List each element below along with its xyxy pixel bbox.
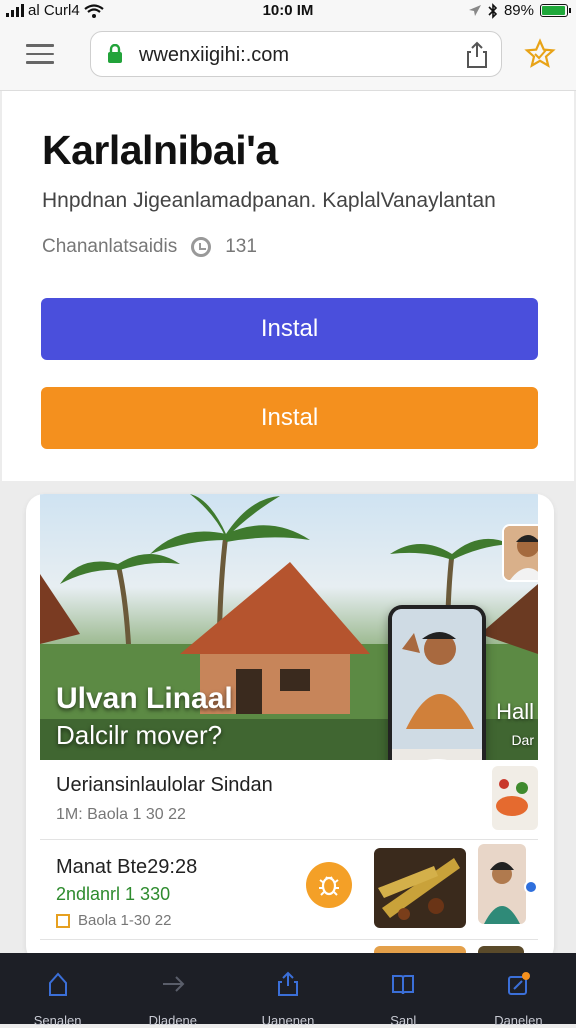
hero-side-text: Hall Dar bbox=[496, 698, 534, 754]
food-thumbnail[interactable] bbox=[492, 766, 538, 830]
app-subtitle: Hnpdnan Jigeanlamadpanan. KaplalVanaylan… bbox=[42, 189, 496, 212]
hero-subtitle: Dalcilr mover? bbox=[56, 720, 223, 750]
hero-title: Ulvan Linaal bbox=[56, 682, 233, 715]
nav-label: Senalen bbox=[33, 1013, 82, 1028]
nav-label: Dladene bbox=[148, 1013, 198, 1028]
bookmark-star-icon[interactable] bbox=[524, 38, 556, 70]
tag-icon bbox=[56, 913, 70, 928]
avatar[interactable] bbox=[502, 524, 538, 582]
hero-side-label-2: Dar bbox=[511, 732, 534, 748]
bug-icon bbox=[319, 876, 339, 896]
bug-action-button[interactable] bbox=[306, 862, 352, 908]
list-item-title: Ueriansinlaulolar Sindan bbox=[56, 774, 273, 796]
nav-item-home[interactable]: Senalen bbox=[0, 953, 115, 1028]
nav-label: Uanenen bbox=[261, 1013, 315, 1028]
battery-icon bbox=[540, 4, 571, 17]
nav-label: Danelen bbox=[494, 1013, 543, 1028]
menu-icon[interactable] bbox=[26, 44, 54, 66]
location-icon bbox=[468, 4, 481, 16]
install-button-secondary[interactable]: Instal bbox=[41, 387, 538, 449]
list-item-meta-row: Baola 1-30 22 bbox=[56, 912, 171, 929]
address-bar[interactable]: wwenxiigihi:.com bbox=[90, 31, 502, 77]
battery-percent: 89% bbox=[503, 2, 534, 19]
hero-side-label-1: Hall bbox=[496, 699, 534, 724]
share-icon bbox=[278, 971, 298, 996]
home-icon bbox=[48, 972, 67, 996]
app-meta: Chananlatsaidis 131 bbox=[42, 236, 257, 258]
notification-icon bbox=[508, 972, 531, 995]
list-item-meta: 1M: Baola 1 30 22 bbox=[56, 806, 186, 823]
list-item[interactable]: Manat Bte29:28 2ndlanrl 1 330 Baola 1-30… bbox=[40, 840, 538, 940]
list-item-meta: Baola 1-30 22 bbox=[78, 912, 172, 929]
clock-icon bbox=[191, 237, 212, 257]
browser-toolbar: wwenxiigihi:.com bbox=[0, 24, 576, 91]
avatar-thumbnail[interactable] bbox=[478, 844, 526, 924]
list-item-subtitle: 2ndlanrl 1 330 bbox=[56, 884, 171, 904]
book-icon bbox=[392, 975, 415, 995]
nav-item-notifications[interactable]: Danelen bbox=[461, 953, 576, 1028]
feed-card: Ulvan Linaal Dalcilr mover? Hall Dar Uer… bbox=[26, 494, 554, 964]
status-right: 89% bbox=[468, 2, 571, 19]
share-icon[interactable] bbox=[465, 41, 489, 69]
nav-item-share[interactable]: Uanenen bbox=[230, 953, 345, 1028]
app-meta-label: Chananlatsaidis bbox=[42, 236, 178, 257]
battery-fill bbox=[542, 6, 566, 15]
list-item-title: Manat Bte29:28 bbox=[56, 856, 198, 878]
list-item[interactable]: Ueriansinlaulolar Sindan 1M: Baola 1 30 … bbox=[40, 760, 538, 840]
url-text: wwenxiigihi:.com bbox=[139, 44, 290, 66]
phone-screen-image bbox=[392, 609, 482, 760]
bluetooth-icon bbox=[488, 2, 498, 19]
nav-item-book[interactable]: Sanl bbox=[346, 953, 461, 1028]
nav-label: Sanl bbox=[390, 1013, 417, 1028]
online-status-dot bbox=[524, 880, 538, 894]
app-title: Karlalnibai'a bbox=[42, 127, 278, 173]
nav-item-forward[interactable]: Dladene bbox=[115, 953, 230, 1028]
phone-preview bbox=[388, 605, 486, 760]
bottom-nav: Senalen Dladene Uanenen Sanl Danelen bbox=[0, 953, 576, 1028]
install-button-primary[interactable]: Instal bbox=[41, 298, 538, 360]
status-bar: al Curl4 10:0 IM 89% bbox=[0, 0, 576, 24]
app-meta-count: 131 bbox=[225, 236, 257, 257]
hero-image[interactable]: Ulvan Linaal Dalcilr mover? Hall Dar bbox=[40, 494, 538, 760]
forward-arrow-icon bbox=[162, 976, 185, 992]
app-header-card: Karlalnibai'a Hnpdnan Jigeanlamadpanan. … bbox=[2, 91, 574, 481]
food-thumbnail[interactable] bbox=[374, 848, 466, 928]
lock-icon bbox=[108, 44, 122, 63]
